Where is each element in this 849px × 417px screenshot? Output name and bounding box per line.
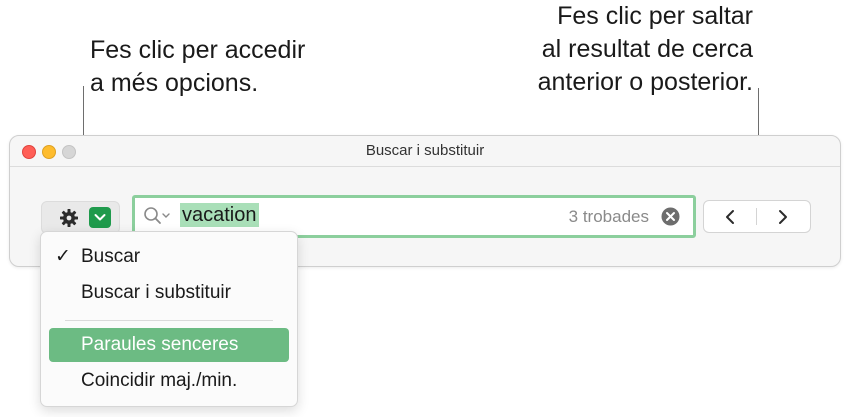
nav-callout-line1: Fes clic per saltar <box>557 2 753 30</box>
nav-callout-line3: anterior o posterior. <box>537 68 753 96</box>
menu-item-coincidir-majmin[interactable]: Coincidir maj./min. <box>49 364 289 398</box>
options-callout-line2: a més opcions. <box>90 69 259 97</box>
gear-icon <box>60 209 78 227</box>
window-title: Buscar i substituir <box>365 142 485 159</box>
menu-item-buscar-i-substituir[interactable]: Buscar i substituir <box>49 276 289 310</box>
previous-result-button[interactable] <box>704 201 756 232</box>
checkmark-icon: ✓ <box>55 246 71 267</box>
options-popup-button[interactable] <box>41 201 120 234</box>
options-callout: Fes clic per accedir a més opcions. <box>90 34 305 100</box>
magnifier-icon[interactable] <box>143 206 173 226</box>
menu-item-paraules-senceres[interactable]: Paraules senceres <box>49 328 289 362</box>
clear-icon[interactable] <box>661 207 680 226</box>
result-navigation <box>703 200 811 233</box>
match-count: 3 trobades <box>568 207 649 226</box>
menu-item-label: Paraules senceres <box>81 334 239 355</box>
menu-item-label: Coincidir maj./min. <box>81 370 238 391</box>
options-menu: ✓ Buscar Buscar i substituir Paraules se… <box>40 231 298 407</box>
search-query-text[interactable]: vacation <box>180 203 259 227</box>
menu-item-label: Buscar <box>81 246 141 267</box>
options-dropdown-toggle[interactable] <box>89 207 111 228</box>
chevron-down-icon <box>94 214 106 221</box>
nav-callout: Fes clic per saltar al resultat de cerca… <box>538 0 753 99</box>
next-result-button[interactable] <box>757 201 809 232</box>
chevron-right-icon <box>779 210 787 224</box>
chevron-left-icon <box>726 210 734 224</box>
menu-item-label: Buscar i substituir <box>81 282 231 303</box>
options-callout-line1: Fes clic per accedir <box>90 36 306 64</box>
menu-separator <box>65 320 273 321</box>
nav-callout-line2: al resultat de cerca <box>541 35 753 63</box>
title-bar: Buscar i substituir <box>10 136 840 167</box>
menu-item-buscar[interactable]: ✓ Buscar <box>49 240 289 274</box>
